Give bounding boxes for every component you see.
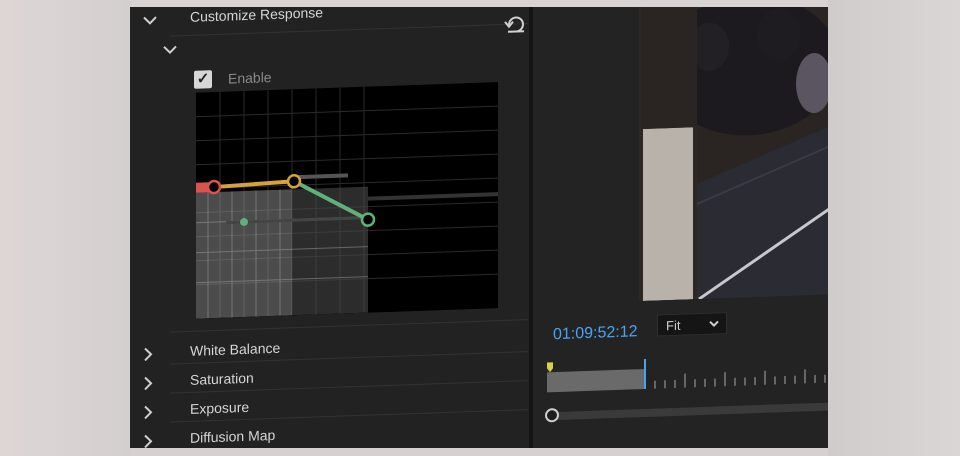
chevron-right-icon[interactable] <box>140 346 156 367</box>
program-monitor-panel: 01:09:52:12 Fit <box>533 7 828 448</box>
enable-label: Enable <box>228 69 272 87</box>
section-divider <box>170 23 528 37</box>
customize-response-title[interactable]: Customize Response <box>190 7 323 25</box>
effect-controls-panel: Customize Response ✓ Enable White Balanc… <box>130 7 528 448</box>
zoom-select-value: Fit <box>666 317 681 334</box>
timecode-display[interactable]: 01:09:52:12 <box>553 323 638 344</box>
section-diffusion-map[interactable]: Diffusion Map <box>190 427 275 446</box>
timeline-scrollbar[interactable] <box>547 401 828 421</box>
chevron-right-icon[interactable] <box>140 375 156 396</box>
background-bottom <box>130 448 828 456</box>
app-screen: Customize Response ✓ Enable White Balanc… <box>130 7 828 448</box>
app-window: Customize Response ✓ Enable White Balanc… <box>130 7 828 448</box>
zoom-select[interactable]: Fit <box>657 312 727 337</box>
section-exposure[interactable]: Exposure <box>190 399 249 417</box>
background-left <box>0 0 130 456</box>
chevron-down-icon[interactable] <box>142 12 158 33</box>
reset-icon[interactable] <box>504 13 526 34</box>
enable-checkbox[interactable]: ✓ <box>194 70 212 89</box>
response-curve-graph[interactable] <box>196 82 498 319</box>
background-right <box>828 0 960 456</box>
timeline-ruler[interactable] <box>545 352 828 395</box>
scrollbar-handle[interactable] <box>545 407 559 423</box>
chevron-down-icon[interactable] <box>162 41 178 62</box>
section-saturation[interactable]: Saturation <box>190 370 254 388</box>
chevron-right-icon[interactable] <box>140 433 156 448</box>
section-white-balance[interactable]: White Balance <box>190 340 280 359</box>
check-icon: ✓ <box>196 70 210 88</box>
section-divider <box>170 319 528 333</box>
chevron-down-icon <box>708 313 720 343</box>
video-preview[interactable] <box>639 7 828 302</box>
chevron-right-icon[interactable] <box>140 404 156 425</box>
